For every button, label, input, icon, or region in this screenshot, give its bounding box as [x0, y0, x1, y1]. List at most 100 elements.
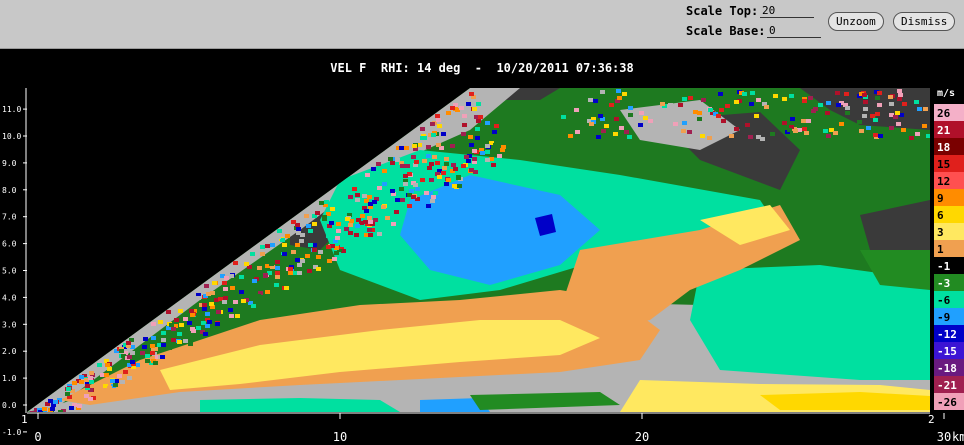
- velocity-speckle: [568, 134, 573, 138]
- velocity-speckle: [166, 310, 171, 314]
- velocity-speckle: [368, 233, 373, 237]
- velocity-speckle: [295, 243, 300, 247]
- velocity-speckle: [224, 276, 229, 280]
- velocity-speckle: [244, 254, 249, 258]
- velocity-speckle: [269, 262, 274, 266]
- velocity-speckle: [857, 120, 862, 124]
- velocity-speckle: [619, 126, 624, 130]
- velocity-speckle: [265, 244, 270, 248]
- velocity-speckle: [422, 136, 427, 140]
- velocity-speckle: [130, 360, 135, 364]
- velocity-speckle: [171, 338, 176, 342]
- velocity-speckle: [411, 195, 416, 199]
- velocity-speckle: [222, 281, 227, 285]
- velocity-speckle: [385, 216, 390, 220]
- velocity-speckle: [491, 163, 496, 167]
- velocity-speckle: [446, 178, 451, 182]
- velocity-speckle: [202, 303, 207, 307]
- velocity-speckle: [588, 98, 593, 102]
- velocity-speckle: [215, 322, 220, 326]
- velocity-speckle: [368, 202, 373, 206]
- velocity-speckle: [174, 318, 179, 322]
- velocity-speckle: [373, 218, 378, 222]
- velocity-speckle: [48, 413, 53, 417]
- velocity-speckle: [787, 128, 792, 132]
- velocity-speckle: [485, 121, 490, 125]
- velocity-speckle: [915, 132, 920, 136]
- velocity-speckle: [307, 269, 312, 273]
- velocity-speckle: [616, 89, 621, 93]
- velocity-speckle: [444, 162, 449, 166]
- velocity-speckle: [609, 103, 614, 107]
- velocity-speckle: [296, 227, 301, 231]
- velocity-speckle: [388, 157, 393, 161]
- velocity-speckle: [782, 97, 787, 101]
- velocity-speckle: [161, 338, 166, 342]
- velocity-speckle: [88, 376, 93, 380]
- velocity-speckle: [368, 220, 373, 224]
- velocity-speckle: [382, 182, 387, 186]
- velocity-speckle: [355, 193, 360, 197]
- velocity-speckle: [688, 96, 693, 100]
- velocity-speckle: [403, 174, 408, 178]
- velocity-speckle: [158, 320, 163, 324]
- y-tick-label: 0.0: [2, 401, 17, 410]
- velocity-speckle: [196, 322, 201, 326]
- velocity-speckle: [188, 342, 193, 346]
- velocity-speckle: [836, 103, 841, 107]
- rhi-plot[interactable]: 11.0 10.0 9.0 8.0 7.0 6.0 5.0 4.0 3.0 2.0 1.0 0.0 -1…: [0, 0, 964, 445]
- velocity-speckle: [773, 94, 778, 98]
- velocity-speckle: [250, 252, 255, 256]
- velocity-speckle: [648, 119, 653, 123]
- velocity-speckle: [673, 122, 678, 126]
- velocity-speckle: [596, 135, 601, 139]
- velocity-speckle: [390, 189, 395, 193]
- velocity-speckle: [700, 134, 705, 138]
- velocity-speckle: [889, 126, 894, 130]
- velocity-speckle: [468, 135, 473, 139]
- velocity-speckle: [362, 194, 367, 198]
- corner-marker-left: 1: [21, 413, 28, 426]
- velocity-speckle: [282, 252, 287, 256]
- velocity-speckle: [69, 406, 74, 410]
- velocity-speckle: [485, 150, 490, 154]
- velocity-speckle: [356, 218, 361, 222]
- velocity-speckle: [901, 128, 906, 132]
- velocity-speckle: [233, 300, 238, 304]
- velocity-speckle: [461, 132, 466, 136]
- y-tick-label: 1.0: [2, 374, 17, 383]
- velocity-speckle: [748, 135, 753, 139]
- velocity-speckle: [344, 227, 349, 231]
- velocity-speckle: [117, 374, 122, 378]
- velocity-speckle: [244, 262, 249, 266]
- velocity-speckle: [476, 102, 481, 106]
- velocity-speckle: [239, 290, 244, 294]
- velocity-speckle: [263, 273, 268, 277]
- velocity-speckle: [494, 124, 499, 128]
- velocity-speckle: [917, 107, 922, 111]
- velocity-speckle: [40, 417, 45, 421]
- velocity-speckle: [782, 121, 787, 125]
- velocity-speckle: [639, 111, 644, 115]
- velocity-speckle: [107, 386, 112, 390]
- x-axis-unit: km: [952, 430, 964, 444]
- velocity-speckle: [229, 274, 234, 278]
- velocity-speckle: [754, 114, 759, 118]
- velocity-speckle: [352, 187, 357, 191]
- velocity-speckle: [718, 92, 723, 96]
- velocity-speckle: [433, 191, 438, 195]
- velocity-speckle: [351, 207, 356, 211]
- velocity-speckle: [202, 307, 207, 311]
- velocity-speckle: [126, 341, 131, 345]
- velocity-speckle: [878, 134, 883, 138]
- velocity-speckle: [750, 91, 755, 95]
- y-tick-label: -1.0: [2, 428, 21, 437]
- velocity-speckle: [476, 119, 481, 123]
- velocity-speckle: [275, 275, 280, 279]
- velocity-speckle: [681, 129, 686, 133]
- velocity-speckle: [430, 199, 435, 203]
- velocity-speckle: [668, 103, 673, 107]
- velocity-speckle: [394, 210, 399, 214]
- velocity-speckle: [33, 418, 38, 422]
- velocity-speckle: [721, 119, 726, 123]
